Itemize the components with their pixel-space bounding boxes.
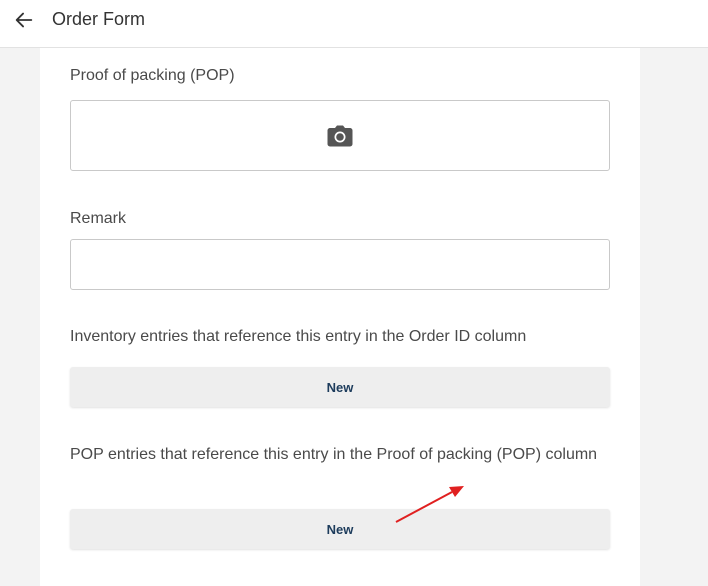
pop-photo-upload[interactable] [70,100,610,171]
remark-input[interactable] [71,240,609,289]
form-panel: Proof of packing (POP) Remark Inventory … [40,48,640,586]
inventory-new-button[interactable]: New [70,367,610,407]
page-title: Order Form [52,9,146,29]
pop-label: Proof of packing (POP) [70,67,235,84]
arrow-left-icon [15,12,33,28]
camera-icon [327,125,353,146]
inventory-entries-label: Inventory entries that reference this en… [70,328,527,345]
pop-entries-new-button[interactable]: New [70,509,610,549]
remark-label: Remark [70,210,127,227]
pop-entries-label: POP entries that reference this entry in… [70,446,598,463]
top-bar: Order Form [0,0,708,48]
back-button[interactable] [10,6,38,34]
remark-field[interactable] [70,239,610,290]
